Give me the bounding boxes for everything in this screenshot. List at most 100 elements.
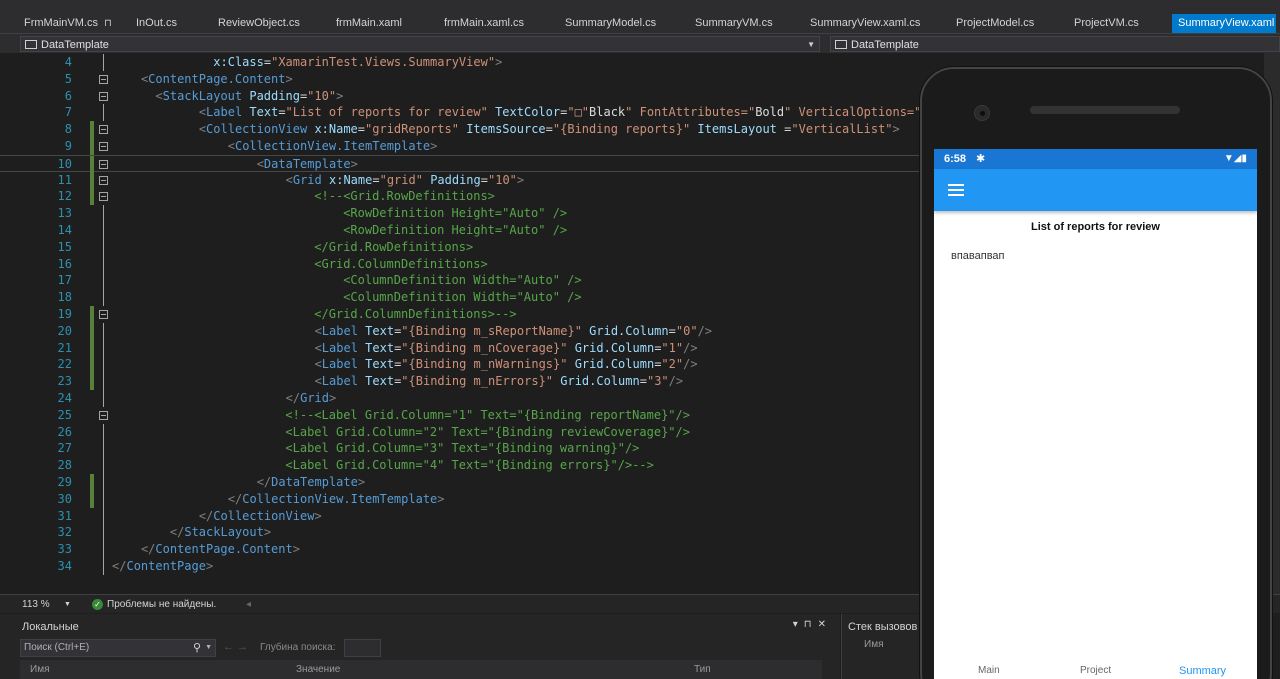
collapse-icon[interactable]: [99, 125, 108, 135]
change-marker: [90, 306, 94, 323]
tab-frmmain-xaml[interactable]: frmMain.xaml: [330, 14, 420, 33]
scope-dropdown-right[interactable]: DataTemplate: [830, 36, 1280, 52]
change-marker: [90, 171, 94, 189]
app-bar: [934, 169, 1257, 211]
pin-icon[interactable]: ⊓: [804, 619, 818, 630]
hamburger-menu-icon[interactable]: [948, 184, 964, 186]
locals-search-input[interactable]: Поиск (Ctrl+E) ⚲ ▼: [20, 639, 216, 657]
outline-line: [103, 440, 104, 458]
code-text: <CollectionView.ItemTemplate>: [227, 139, 438, 153]
change-marker: [90, 373, 94, 391]
code-text: </Grid.RowDefinitions>: [112, 239, 474, 254]
gear-icon: ✱: [976, 153, 986, 165]
code-text: <!--<Label Grid.Column="1" Text="{Bindin…: [112, 407, 690, 422]
close-icon[interactable]: ✕: [818, 619, 832, 630]
tab-label: ProjectModel.cs: [956, 17, 1035, 29]
issues-status[interactable]: Проблемы не найдены.: [107, 595, 216, 614]
tab-summaryview-xaml[interactable]: SummaryView.xaml: [1172, 14, 1276, 33]
collapse-icon[interactable]: [99, 175, 108, 185]
tab-label: ReviewObject.cs: [218, 17, 300, 29]
tab-frmmain-xaml-cs[interactable]: frmMain.xaml.cs: [438, 14, 538, 33]
device-screen[interactable]: 6:58 ✱ ▼◢▮ List of reports for review вп…: [934, 149, 1257, 679]
tab-summarymodel-cs[interactable]: SummaryModel.cs: [559, 14, 669, 33]
collapse-icon[interactable]: [99, 159, 108, 169]
line-number: 15: [57, 239, 72, 254]
search-nav-arrows-icon[interactable]: ← →: [223, 641, 248, 653]
collapse-icon[interactable]: [99, 142, 108, 151]
chevron-down-icon[interactable]: ▼: [205, 640, 212, 656]
change-marker: [90, 474, 94, 491]
code-text: </Grid>: [285, 391, 337, 405]
column-header-value[interactable]: Значение: [288, 660, 688, 679]
line-number: 14: [57, 223, 72, 237]
code-text: <RowDefinition Height="Auto" />: [112, 206, 568, 221]
chevron-down-icon[interactable]: ▾: [793, 619, 804, 630]
chevron-down-icon[interactable]: ▼: [64, 595, 71, 614]
android-emulator: 6:58 ✱ ▼◢▮ List of reports for review вп…: [920, 67, 1272, 679]
tab-label: SummaryVM.cs: [695, 17, 773, 29]
collapse-icon[interactable]: [99, 410, 108, 420]
line-number: 21: [57, 340, 72, 355]
line-number: 17: [57, 273, 72, 288]
column-header-type[interactable]: Тип: [688, 660, 822, 679]
outline-line: [103, 541, 104, 559]
line-number: 31: [57, 508, 72, 523]
line-number: 28: [57, 458, 72, 473]
code-text: <!--<Grid.RowDefinitions>: [112, 189, 495, 204]
code-text: <RowDefinition Height="Auto" />: [112, 223, 568, 237]
scope-dropdown-left[interactable]: DataTemplate ▼: [20, 36, 820, 52]
change-marker: [90, 121, 94, 139]
code-text: </StackLayout>: [169, 525, 272, 540]
tab-label: frmMain.xaml.cs: [444, 17, 525, 29]
camera-icon: [974, 105, 990, 121]
tab-inout-cs[interactable]: InOut.cs: [130, 14, 200, 33]
code-text: </ContentPage>: [112, 559, 214, 573]
outline-line: [103, 490, 104, 508]
change-marker: [90, 138, 94, 155]
code-text: </DataTemplate>: [256, 475, 366, 489]
line-number: 8: [64, 122, 72, 137]
code-text: <Label Text="{Binding m_nWarnings}" Grid…: [314, 357, 698, 372]
column-header-name[interactable]: Имя: [20, 660, 288, 679]
list-item[interactable]: впавапвап: [951, 250, 1005, 262]
tab-reviewobject-cs[interactable]: ReviewObject.cs: [212, 14, 312, 33]
tab-projectmodel-cs[interactable]: ProjectModel.cs: [950, 14, 1046, 33]
tab-frmmainvm-cs[interactable]: FrmMainVM.cs ⊓: [18, 14, 126, 33]
outline-line: [103, 54, 104, 71]
pin-icon[interactable]: ⊓: [104, 18, 112, 29]
line-number: 26: [57, 424, 72, 439]
tab-label: frmMain.xaml: [336, 17, 403, 29]
tab-label: InOut.cs: [136, 17, 177, 29]
scroll-left-icon[interactable]: ◂: [246, 595, 251, 614]
xml-element-icon: [835, 40, 847, 49]
column-header-name[interactable]: Имя: [864, 639, 883, 650]
navigation-bar: DataTemplate ▼ DataTemplate: [0, 33, 1280, 53]
line-number: 11: [57, 172, 72, 187]
code-text: <Label Grid.Column="2" Text="{Binding re…: [112, 424, 690, 439]
line-number: 9: [64, 139, 72, 153]
code-text: </CollectionView>: [198, 508, 322, 523]
search-depth-select[interactable]: [344, 639, 381, 657]
tab-summaryview-xaml-cs[interactable]: SummaryView.xaml.cs: [804, 14, 924, 33]
collapse-icon[interactable]: [99, 310, 108, 319]
locals-panel: Локальные ▾⊓✕ Поиск (Ctrl+E) ⚲ ▼ ← → Глу…: [0, 614, 840, 679]
search-icon[interactable]: ⚲: [193, 640, 201, 656]
tab-main[interactable]: Main: [978, 665, 1000, 676]
line-number: 34: [57, 559, 72, 573]
collapse-icon[interactable]: [99, 192, 108, 202]
tab-label: ProjectVM.cs: [1074, 17, 1139, 29]
wifi-signal-battery-icon: ▼◢▮: [1223, 153, 1247, 164]
tab-summary[interactable]: Summary: [1179, 665, 1226, 677]
collapse-icon[interactable]: [99, 91, 108, 101]
tab-projectvm-cs[interactable]: ProjectVM.cs: [1068, 14, 1148, 33]
panel-title: Стек вызовов: [848, 621, 918, 633]
collapse-icon[interactable]: [99, 74, 108, 84]
tab-project[interactable]: Project: [1080, 665, 1111, 676]
search-depth-label: Глубина поиска:: [260, 642, 336, 653]
zoom-level[interactable]: 113 %: [22, 595, 50, 614]
tab-summaryvm-cs[interactable]: SummaryVM.cs: [689, 14, 779, 33]
line-number: 27: [57, 441, 72, 456]
outline-line: [103, 104, 104, 122]
panel-buttons: ▾⊓✕: [793, 619, 832, 630]
code-text: <ContentPage.Content>: [140, 71, 293, 86]
